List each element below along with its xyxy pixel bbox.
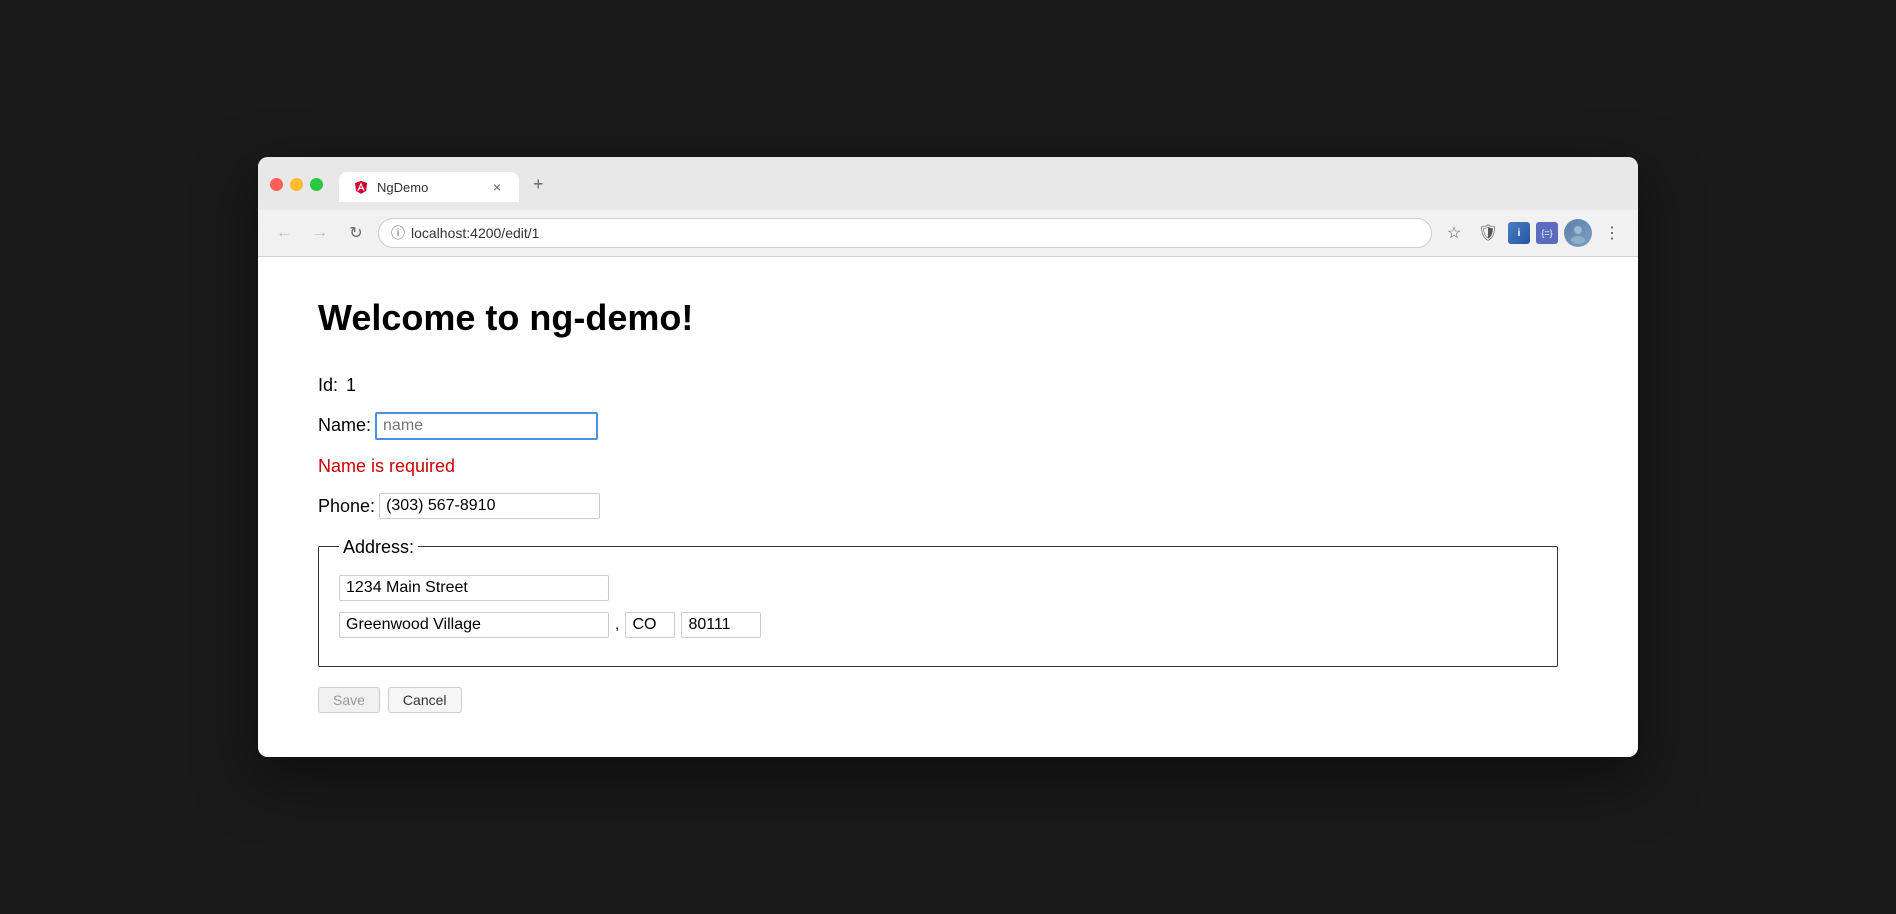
name-input[interactable] — [375, 412, 598, 440]
more-menu-icon[interactable]: ⋮ — [1598, 219, 1626, 247]
shields-icon[interactable]: 🛡 — [1474, 219, 1502, 247]
page-content: Welcome to ng-demo! Id: 1 Name: Name is … — [258, 257, 1638, 757]
address-text: localhost:4200/edit/1 — [411, 225, 1419, 241]
info-icon: ⓘ — [391, 223, 405, 243]
toolbar-icons: ☆ 🛡 i {=} ⋮ — [1440, 219, 1626, 247]
profile-avatar[interactable] — [1564, 219, 1592, 247]
phone-input[interactable] — [379, 493, 600, 519]
city-state-zip-row: , — [339, 611, 1537, 640]
id-row: Id: 1 — [318, 369, 1578, 401]
address-input-wrapper[interactable]: ⓘ localhost:4200/edit/1 — [378, 218, 1432, 248]
browser-window: NgDemo × + ← → ↻ ⓘ localhost:4200/edit/1… — [258, 157, 1638, 757]
url-scheme: localhost — [411, 225, 466, 241]
url-path: :4200/edit/1 — [466, 225, 539, 241]
city-input[interactable] — [339, 612, 609, 638]
extension2-icon[interactable]: {=} — [1536, 222, 1558, 244]
tab-bar: NgDemo × + — [339, 167, 554, 202]
page-title: Welcome to ng-demo! — [318, 297, 1578, 339]
title-bar: NgDemo × + — [258, 157, 1638, 210]
tab-favicon — [353, 179, 369, 195]
tab-label: NgDemo — [377, 180, 428, 195]
name-label: Name: — [318, 409, 371, 441]
cancel-button[interactable]: Cancel — [388, 687, 462, 713]
street-row — [339, 575, 1537, 601]
bookmark-icon[interactable]: ☆ — [1440, 219, 1468, 247]
maximize-button[interactable] — [310, 178, 323, 191]
save-button[interactable]: Save — [318, 687, 380, 713]
form-section: Id: 1 Name: Name is required Phone: Addr… — [318, 369, 1578, 713]
zip-input[interactable] — [681, 612, 761, 638]
minimize-button[interactable] — [290, 178, 303, 191]
forward-button[interactable]: → — [306, 219, 334, 247]
close-button[interactable] — [270, 178, 283, 191]
state-input[interactable] — [625, 612, 675, 638]
reload-button[interactable]: ↻ — [342, 219, 370, 247]
name-row: Name: — [318, 409, 1578, 441]
buttons-row: Save Cancel — [318, 687, 1578, 713]
traffic-lights — [270, 178, 323, 191]
title-bar-top: NgDemo × + — [270, 167, 1626, 202]
address-fieldset: Address: , — [318, 531, 1558, 667]
tab-close-button[interactable]: × — [489, 179, 505, 195]
back-button[interactable]: ← — [270, 219, 298, 247]
id-value: 1 — [346, 369, 356, 401]
phone-label: Phone: — [318, 490, 375, 522]
address-legend: Address: — [339, 531, 418, 563]
address-comma: , — [615, 611, 619, 640]
extension1-icon[interactable]: i — [1508, 222, 1530, 244]
address-bar: ← → ↻ ⓘ localhost:4200/edit/1 ☆ 🛡 i {=} — [258, 210, 1638, 257]
id-label: Id: — [318, 369, 338, 401]
new-tab-button[interactable]: + — [523, 167, 554, 202]
phone-row: Phone: — [318, 490, 1578, 522]
active-tab[interactable]: NgDemo × — [339, 172, 519, 202]
name-error: Name is required — [318, 450, 1578, 482]
street-input[interactable] — [339, 575, 609, 601]
